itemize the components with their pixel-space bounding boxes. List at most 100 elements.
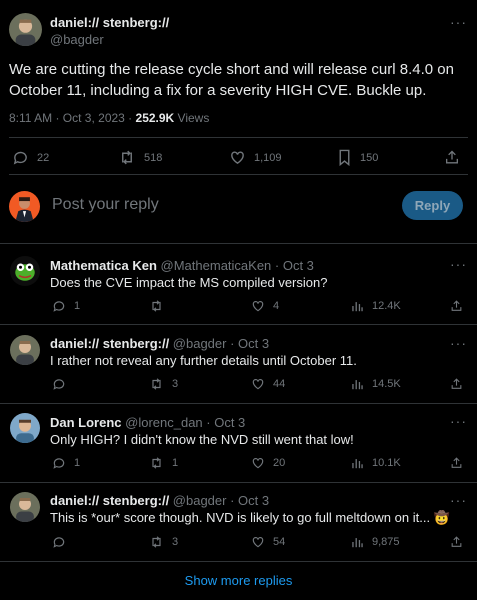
tweet-meta: 8:11 AM · Oct 3, 2023 · 252.9K Views — [9, 111, 209, 125]
show-more-replies-link[interactable]: Show more replies — [0, 573, 477, 588]
reply-avatar[interactable] — [10, 335, 40, 365]
share-action[interactable] — [444, 149, 460, 166]
like-action[interactable]: 4 — [251, 299, 279, 313]
more-options-icon[interactable]: ··· — [450, 336, 467, 350]
divider — [9, 137, 468, 138]
views-action[interactable]: 10.1K — [351, 456, 401, 470]
bookmark-action[interactable]: 150 — [337, 149, 378, 166]
reply-handle-time[interactable]: @lorenc_dan · Oct 3 — [122, 415, 245, 430]
analytics-icon — [351, 299, 364, 313]
analytics-icon — [351, 535, 364, 549]
like-count: 4 — [273, 300, 280, 312]
retweet-count: 3 — [172, 378, 179, 390]
reply-handle-time[interactable]: @bagder · Oct 3 — [169, 493, 269, 508]
retweet-action[interactable]: 1 — [149, 456, 178, 470]
like-action[interactable]: 44 — [251, 377, 285, 391]
reply-action[interactable] — [52, 535, 74, 549]
reply-avatar[interactable] — [10, 256, 40, 286]
retweet-icon — [118, 149, 136, 166]
author-name[interactable]: daniel:// stenberg:// — [50, 15, 169, 30]
reply-input[interactable]: Post your reply — [52, 196, 159, 214]
author-avatar[interactable] — [9, 13, 42, 46]
share-action[interactable] — [450, 456, 463, 470]
reply-text: I rather not reveal any further details … — [50, 353, 357, 368]
views-action[interactable]: 14.5K — [351, 377, 401, 391]
share-icon — [450, 535, 463, 549]
reply-header: Dan Lorenc @lorenc_dan · Oct 3 — [50, 414, 245, 432]
like-action[interactable]: 1,109 — [229, 149, 282, 166]
reply-icon — [52, 535, 66, 549]
reply-text: This is *our* score though. NVD is likel… — [50, 510, 450, 525]
reply-action[interactable]: 1 — [52, 299, 80, 313]
divider — [9, 174, 468, 175]
retweet-icon — [149, 456, 164, 470]
like-action[interactable]: 54 — [251, 535, 285, 549]
reply-icon — [12, 149, 29, 166]
analytics-icon — [351, 456, 364, 470]
views-count: 9,875 — [372, 536, 400, 548]
reply-avatar[interactable] — [10, 413, 40, 443]
heart-icon — [251, 456, 265, 470]
share-icon — [450, 456, 463, 470]
share-icon — [450, 299, 463, 313]
reply-author-name[interactable]: daniel:// stenberg:// — [50, 493, 169, 508]
like-count: 44 — [273, 378, 286, 390]
reply-handle-time[interactable]: @bagder · Oct 3 — [169, 336, 269, 351]
reply-handle-time[interactable]: @MathematicaKen · Oct 3 — [157, 258, 314, 273]
like-count: 20 — [273, 457, 286, 469]
tweet-text: We are cutting the release cycle short a… — [9, 59, 454, 101]
reply-count: 1 — [74, 300, 81, 312]
retweet-count: 1 — [172, 457, 179, 469]
retweet-action[interactable]: 3 — [149, 377, 178, 391]
tweet-text-line2: October 11, including a fix for a severi… — [9, 82, 427, 99]
heart-icon — [251, 377, 265, 391]
divider — [0, 324, 477, 325]
share-action[interactable] — [450, 377, 463, 391]
like-action[interactable]: 20 — [251, 456, 285, 470]
author-handle[interactable]: @bagder — [50, 32, 104, 47]
tweet-timestamp[interactable]: 8:11 AM · Oct 3, 2023 · — [9, 111, 136, 125]
like-count: 1,109 — [254, 151, 282, 164]
reply-icon — [52, 456, 66, 470]
share-action[interactable] — [450, 535, 463, 549]
reply-header: daniel:// stenberg:// @bagder · Oct 3 — [50, 492, 269, 510]
views-label: Views — [174, 111, 210, 125]
heart-icon — [251, 299, 265, 313]
reply-author-name[interactable]: Dan Lorenc — [50, 415, 122, 430]
more-options-icon[interactable]: ··· — [450, 493, 467, 507]
reply-author-name[interactable]: daniel:// stenberg:// — [50, 336, 169, 351]
more-options-icon[interactable]: ··· — [450, 15, 467, 29]
reply-header: Mathematica Ken @MathematicaKen · Oct 3 — [50, 257, 314, 275]
share-action[interactable] — [450, 299, 463, 313]
views-count: 12.4K — [372, 300, 401, 312]
views-action[interactable]: 12.4K — [351, 299, 401, 313]
retweet-icon — [149, 299, 164, 313]
more-options-icon[interactable]: ··· — [450, 257, 467, 271]
reply-text: Only HIGH? I didn't know the NVD still w… — [50, 432, 354, 447]
share-icon — [450, 377, 463, 391]
retweet-action[interactable]: 518 — [118, 149, 162, 166]
reply-avatar[interactable] — [10, 492, 40, 522]
views-action[interactable]: 9,875 — [351, 535, 400, 549]
divider — [0, 482, 477, 483]
views-count: 252.9K — [135, 111, 175, 125]
more-options-icon[interactable]: ··· — [450, 414, 467, 428]
divider — [0, 403, 477, 404]
analytics-icon — [351, 377, 364, 391]
retweet-action[interactable] — [149, 299, 172, 313]
reply-action[interactable] — [52, 377, 74, 391]
retweet-action[interactable]: 3 — [149, 535, 178, 549]
like-count: 54 — [273, 536, 286, 548]
reply-button[interactable]: Reply — [402, 191, 463, 220]
divider — [0, 561, 477, 562]
retweet-count: 518 — [144, 151, 163, 164]
retweet-icon — [149, 535, 164, 549]
views-count: 14.5K — [372, 378, 401, 390]
reply-text: Does the CVE impact the MS compiled vers… — [50, 275, 328, 290]
reply-action[interactable]: 22 — [12, 149, 49, 166]
reply-count: 1 — [74, 457, 81, 469]
reply-icon — [52, 377, 66, 391]
reply-icon — [52, 299, 66, 313]
reply-author-name[interactable]: Mathematica Ken — [50, 258, 157, 273]
reply-action[interactable]: 1 — [52, 456, 80, 470]
